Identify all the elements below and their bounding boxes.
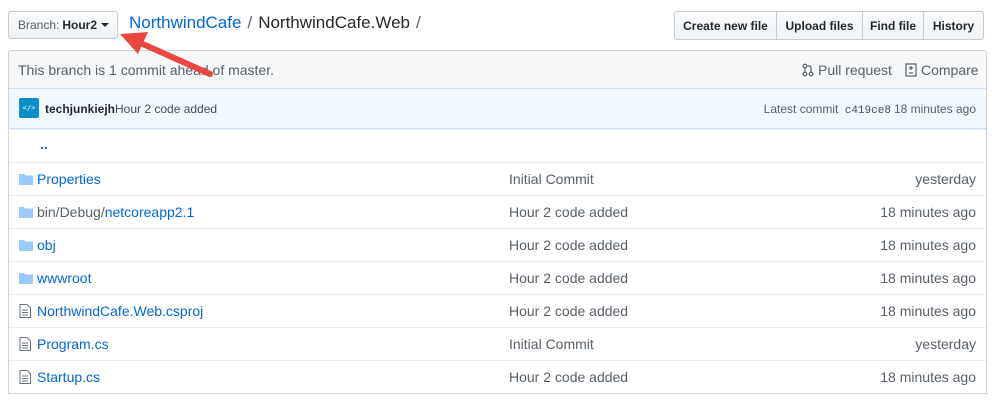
pull-request-icon — [802, 63, 814, 77]
file-name-link[interactable]: obj — [37, 237, 56, 253]
file-icon — [19, 304, 31, 321]
file-row: wwwroot Hour 2 code added 18 minutes ago — [9, 261, 986, 294]
file-commit-age: yesterday — [915, 171, 976, 187]
create-new-file-button[interactable]: Create new file — [674, 11, 777, 40]
file-commit-message[interactable]: Initial Commit — [509, 336, 594, 352]
file-row: Properties Initial Commit yesterday — [9, 162, 986, 195]
breadcrumb-separator: / — [247, 13, 253, 32]
history-button[interactable]: History — [923, 11, 984, 40]
file-name-text: Program.cs — [37, 336, 109, 352]
parent-directory-link[interactable]: .. — [40, 136, 48, 152]
compare-link[interactable]: Compare — [905, 62, 979, 78]
parent-directory-row: .. — [9, 129, 986, 162]
commit-author[interactable]: techjunkiejh — [45, 102, 115, 116]
folder-icon — [19, 205, 33, 221]
file-name-text: Startup.cs — [37, 369, 101, 385]
file-name-text: netcoreapp2.1 — [104, 204, 195, 220]
commit-age: 18 minutes ago — [893, 102, 976, 116]
latest-commit-label: Latest commit — [763, 102, 839, 116]
file-name-link[interactable]: Properties — [37, 171, 101, 187]
caret-down-icon — [101, 23, 110, 27]
find-file-button[interactable]: Find file — [862, 11, 924, 40]
file-commit-age: 18 minutes ago — [880, 369, 976, 385]
file-row: Startup.cs Hour 2 code added 18 minutes ag… — [9, 360, 986, 393]
file-commit-age: yesterday — [915, 336, 976, 352]
file-icon — [19, 337, 31, 354]
file-actions-group: Create new file Upload files Find file H… — [674, 11, 984, 40]
file-commit-age: 18 minutes ago — [880, 237, 976, 253]
file-icon — [19, 370, 31, 387]
file-name-link[interactable]: NorthwindCafe.Web.csproj — [37, 303, 203, 319]
avatar[interactable]: </> — [19, 98, 39, 118]
file-row: Program.cs Initial Commit yesterday — [9, 327, 986, 360]
latest-commit-bar: </> techjunkiejh Hour 2 code added Lates… — [9, 88, 986, 129]
branch-name: Hour2 — [62, 18, 98, 32]
pull-request-label: Pull request — [818, 62, 892, 78]
file-commit-message[interactable]: Hour 2 code added — [509, 270, 628, 286]
folder-icon — [19, 238, 33, 254]
file-table: </> techjunkiejh Hour 2 code added Lates… — [8, 88, 987, 394]
file-commit-message[interactable]: Hour 2 code added — [509, 237, 628, 253]
annotation-arrow-icon — [120, 32, 213, 77]
file-name-text: wwwroot — [37, 270, 92, 286]
breadcrumb-separator: / — [416, 13, 421, 32]
file-commit-message[interactable]: Initial Commit — [509, 171, 594, 187]
file-name-text: obj — [37, 237, 56, 253]
file-commit-message[interactable]: Hour 2 code added — [509, 369, 628, 385]
file-commit-age: 18 minutes ago — [880, 303, 976, 319]
file-path-prefix: bin/Debug/ — [37, 204, 105, 220]
file-commit-age: 18 minutes ago — [880, 270, 976, 286]
compare-icon — [905, 63, 917, 77]
upload-files-button[interactable]: Upload files — [776, 11, 863, 40]
commit-message[interactable]: Hour 2 code added — [115, 102, 217, 116]
file-name-link[interactable]: Program.cs — [37, 336, 109, 352]
compare-label: Compare — [921, 62, 979, 78]
branch-prefix: Branch: — [18, 18, 60, 32]
file-name-link[interactable]: bin/Debug/netcoreapp2.1 — [37, 204, 194, 220]
file-name-text: Properties — [37, 171, 101, 187]
file-commit-age: 18 minutes ago — [880, 204, 976, 220]
file-name-link[interactable]: wwwroot — [37, 270, 91, 286]
latest-commit-info: Latest commit c419ce8 18 minutes ago — [764, 102, 976, 117]
file-row: obj Hour 2 code added 18 minutes ago — [9, 228, 986, 261]
file-row: NorthwindCafe.Web.csproj Hour 2 code adde… — [9, 294, 986, 327]
folder-icon — [19, 271, 33, 287]
commit-sha-link[interactable]: c419ce8 — [845, 105, 891, 117]
file-name-text: NorthwindCafe.Web.csproj — [37, 303, 204, 319]
pull-request-link[interactable]: Pull request — [802, 62, 892, 78]
folder-icon — [19, 172, 33, 188]
file-commit-message[interactable]: Hour 2 code added — [509, 303, 628, 319]
branch-select-button[interactable]: Branch: Hour2 — [8, 11, 118, 39]
file-row: bin/Debug/netcoreapp2.1 Hour 2 code added… — [9, 195, 986, 228]
breadcrumb-current-folder: NorthwindCafe.Web — [258, 13, 411, 32]
file-name-link[interactable]: Startup.cs — [37, 369, 100, 385]
file-commit-message[interactable]: Hour 2 code added — [509, 204, 628, 220]
